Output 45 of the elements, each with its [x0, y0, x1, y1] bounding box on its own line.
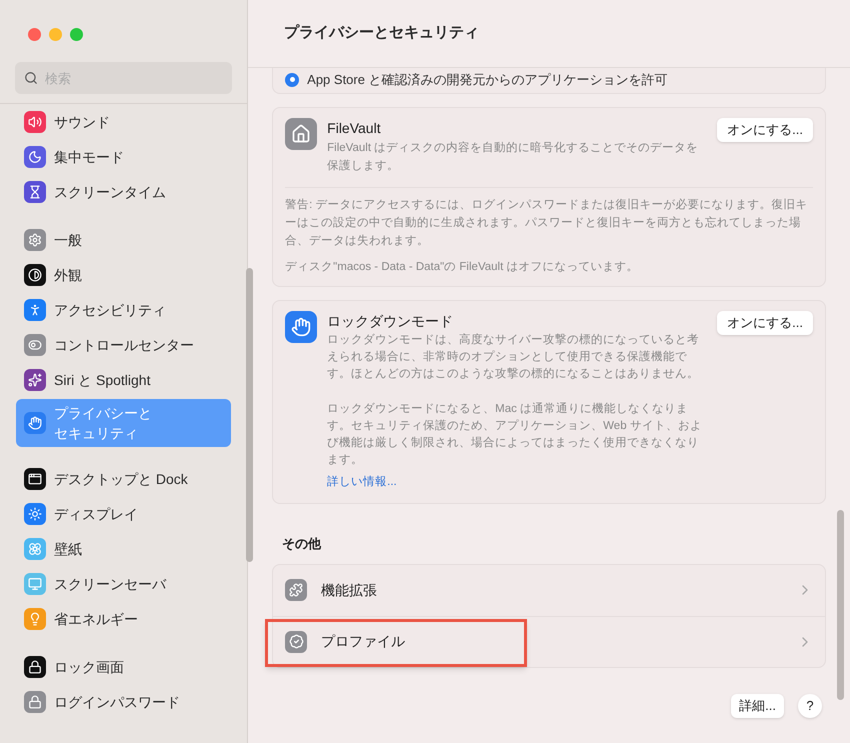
puzzle-icon — [285, 579, 308, 601]
search-icon — [24, 71, 38, 85]
zoom-icon[interactable] — [70, 28, 83, 41]
turn-on-button[interactable]: オンにする... — [717, 311, 813, 335]
card-title: FileVault — [327, 119, 382, 138]
row-label: プロファイル — [321, 632, 406, 651]
list-row[interactable]: プロファイル — [273, 616, 825, 666]
scrollbar[interactable] — [246, 268, 253, 562]
radio-button[interactable] — [285, 72, 300, 86]
sidebar-item[interactable]: Siri と Spotlight — [16, 364, 232, 396]
sidebar-item[interactable]: 壁紙 — [16, 533, 232, 565]
sidebar-item[interactable]: 省エネルギー — [16, 603, 232, 635]
card-title: ロックダウンモード — [327, 312, 454, 331]
sidebar-item[interactable]: 集中モード — [16, 141, 232, 173]
minimize-icon[interactable] — [49, 28, 62, 41]
sidebar-item[interactable]: 外観 — [16, 259, 232, 291]
sidebar-item[interactable]: サウンド — [16, 106, 232, 138]
sidebar-item[interactable]: スクリーンタイム — [16, 176, 232, 208]
status-text: ディスク"macos - Data - Data"の FileVault はオフになっています。 — [285, 260, 640, 275]
help-button[interactable]: ? — [798, 694, 822, 718]
sidebar-item[interactable]: スクリーンセーバ — [16, 568, 232, 600]
sidebar-item[interactable]: ロック画面 — [16, 651, 232, 683]
list-row[interactable]: 機能拡張 — [273, 564, 825, 616]
sidebar-item[interactable]: 一般 — [16, 224, 232, 256]
section-heading: その他 — [282, 535, 322, 553]
turn-on-button[interactable]: オンにする... — [717, 118, 813, 142]
badge-check-icon — [285, 630, 308, 652]
card-description: ロックダウンモードは、高度なサイバー攻撃の標的になっていると考えられる場合に、非常時のオプションとして使用できる保護機能です。ほとんどの方はこのような攻撃の標的になることはありません。 — [327, 332, 700, 382]
sidebar-item[interactable]: ログインパスワード — [16, 686, 232, 718]
row-label: 機能拡張 — [321, 580, 378, 600]
hand-icon — [285, 311, 318, 343]
sidebar-item[interactable]: アクセシビリティ — [16, 294, 232, 326]
card-description: ロックダウンモードになると、Mac は通常通りに機能しなくなります。セキュリティ保護のため、アプリケーション、Web サイト、および機能は厳しく制限され、場合によってはまったく使用できなくなります。 — [327, 402, 703, 468]
sidebar-item[interactable]: ディスプレイ — [16, 498, 232, 530]
sidebar-item[interactable]: デスクトップと Dock — [16, 463, 232, 495]
details-button[interactable]: 詳細... — [731, 694, 784, 718]
card-description: FileVault はディスクの内容を自動的に暗号化することでそのデータを保護します。 — [327, 140, 700, 174]
scrollbar[interactable] — [837, 510, 844, 700]
learn-more-link[interactable]: 詳しい情報... — [327, 476, 397, 488]
warning-text: 警告: データにアクセスするには、ログインパスワードまたは復旧キーが必要になります。復旧キーはこの設定の中で自動的に生成されます。パスワードと復旧キーを両方とも忘れてしまった場合、データは失われます。 — [285, 198, 809, 249]
window-title: プライバシーとセキュリティ — [284, 23, 480, 44]
house-icon — [285, 118, 318, 150]
sidebar-item[interactable]: コントロールセンター — [16, 329, 232, 361]
option-label: App Store と確認済みの開発元からのアプリケーションを許可 — [307, 70, 668, 89]
close-icon[interactable] — [28, 28, 41, 41]
